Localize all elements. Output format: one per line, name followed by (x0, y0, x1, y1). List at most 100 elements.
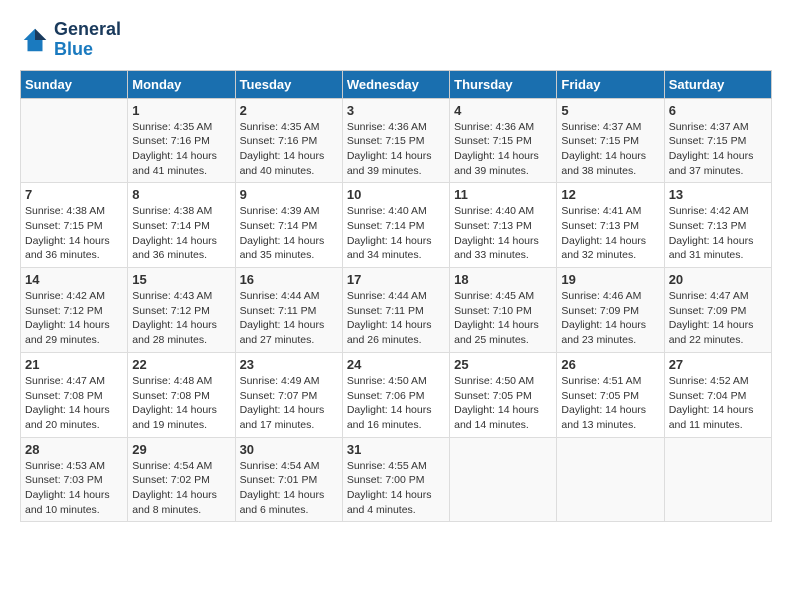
day-info: Sunrise: 4:50 AM Sunset: 7:06 PM Dayligh… (347, 374, 445, 433)
day-number: 19 (561, 272, 659, 287)
header-friday: Friday (557, 70, 664, 98)
calendar-cell: 21 Sunrise: 4:47 AM Sunset: 7:08 PM Dayli… (21, 352, 128, 437)
logo: General Blue (20, 20, 121, 60)
day-number: 31 (347, 442, 445, 457)
day-number: 29 (132, 442, 230, 457)
day-number: 20 (669, 272, 767, 287)
calendar-cell (557, 437, 664, 522)
day-number: 25 (454, 357, 552, 372)
calendar-cell: 17 Sunrise: 4:44 AM Sunset: 7:11 PM Dayli… (342, 268, 449, 353)
calendar-cell: 28 Sunrise: 4:53 AM Sunset: 7:03 PM Dayli… (21, 437, 128, 522)
day-info: Sunrise: 4:35 AM Sunset: 7:16 PM Dayligh… (240, 120, 338, 179)
day-number: 13 (669, 187, 767, 202)
day-info: Sunrise: 4:41 AM Sunset: 7:13 PM Dayligh… (561, 204, 659, 263)
day-info: Sunrise: 4:37 AM Sunset: 7:15 PM Dayligh… (669, 120, 767, 179)
calendar-cell: 15 Sunrise: 4:43 AM Sunset: 7:12 PM Dayli… (128, 268, 235, 353)
day-info: Sunrise: 4:47 AM Sunset: 7:09 PM Dayligh… (669, 289, 767, 348)
logo-text: General Blue (54, 20, 121, 60)
day-info: Sunrise: 4:40 AM Sunset: 7:14 PM Dayligh… (347, 204, 445, 263)
calendar-cell: 2 Sunrise: 4:35 AM Sunset: 7:16 PM Daylig… (235, 98, 342, 183)
day-info: Sunrise: 4:51 AM Sunset: 7:05 PM Dayligh… (561, 374, 659, 433)
day-info: Sunrise: 4:36 AM Sunset: 7:15 PM Dayligh… (347, 120, 445, 179)
day-number: 7 (25, 187, 123, 202)
day-info: Sunrise: 4:36 AM Sunset: 7:15 PM Dayligh… (454, 120, 552, 179)
day-info: Sunrise: 4:35 AM Sunset: 7:16 PM Dayligh… (132, 120, 230, 179)
calendar-cell: 20 Sunrise: 4:47 AM Sunset: 7:09 PM Dayli… (664, 268, 771, 353)
day-info: Sunrise: 4:43 AM Sunset: 7:12 PM Dayligh… (132, 289, 230, 348)
calendar-week-4: 21 Sunrise: 4:47 AM Sunset: 7:08 PM Dayli… (21, 352, 772, 437)
day-number: 14 (25, 272, 123, 287)
day-info: Sunrise: 4:37 AM Sunset: 7:15 PM Dayligh… (561, 120, 659, 179)
calendar-header-row: SundayMondayTuesdayWednesdayThursdayFrid… (21, 70, 772, 98)
calendar-cell: 25Sunrise: 4:50 AM Sunset: 7:05 PM Dayli… (450, 352, 557, 437)
day-number: 2 (240, 103, 338, 118)
calendar-cell (21, 98, 128, 183)
calendar-cell: 27 Sunrise: 4:52 AM Sunset: 7:04 PM Dayli… (664, 352, 771, 437)
day-info: Sunrise: 4:52 AM Sunset: 7:04 PM Dayligh… (669, 374, 767, 433)
calendar-week-5: 28 Sunrise: 4:53 AM Sunset: 7:03 PM Dayli… (21, 437, 772, 522)
day-info: Sunrise: 4:39 AM Sunset: 7:14 PM Dayligh… (240, 204, 338, 263)
calendar-cell: 10 Sunrise: 4:40 AM Sunset: 7:14 PM Dayli… (342, 183, 449, 268)
day-info: Sunrise: 4:38 AM Sunset: 7:15 PM Dayligh… (25, 204, 123, 263)
day-number: 16 (240, 272, 338, 287)
calendar-cell: 11Sunrise: 4:40 AM Sunset: 7:13 PM Dayli… (450, 183, 557, 268)
day-number: 23 (240, 357, 338, 372)
calendar-week-3: 14 Sunrise: 4:42 AM Sunset: 7:12 PM Dayli… (21, 268, 772, 353)
calendar-cell: 9 Sunrise: 4:39 AM Sunset: 7:14 PM Daylig… (235, 183, 342, 268)
day-info: Sunrise: 4:38 AM Sunset: 7:14 PM Dayligh… (132, 204, 230, 263)
calendar-week-2: 7 Sunrise: 4:38 AM Sunset: 7:15 PM Daylig… (21, 183, 772, 268)
header-saturday: Saturday (664, 70, 771, 98)
day-info: Sunrise: 4:44 AM Sunset: 7:11 PM Dayligh… (240, 289, 338, 348)
day-info: Sunrise: 4:45 AM Sunset: 7:10 PM Dayligh… (454, 289, 552, 348)
day-number: 6 (669, 103, 767, 118)
page-header: General Blue (20, 20, 772, 60)
calendar-cell: 18 Sunrise: 4:45 AM Sunset: 7:10 PM Dayli… (450, 268, 557, 353)
day-number: 22 (132, 357, 230, 372)
calendar-cell (664, 437, 771, 522)
calendar-week-1: 1Sunrise: 4:35 AM Sunset: 7:16 PM Daylig… (21, 98, 772, 183)
day-number: 5 (561, 103, 659, 118)
calendar-cell: 4Sunrise: 4:36 AM Sunset: 7:15 PM Daylig… (450, 98, 557, 183)
calendar-cell: 1Sunrise: 4:35 AM Sunset: 7:16 PM Daylig… (128, 98, 235, 183)
calendar-cell: 16 Sunrise: 4:44 AM Sunset: 7:11 PM Dayli… (235, 268, 342, 353)
day-number: 8 (132, 187, 230, 202)
calendar-cell: 8 Sunrise: 4:38 AM Sunset: 7:14 PM Daylig… (128, 183, 235, 268)
day-number: 30 (240, 442, 338, 457)
day-info: Sunrise: 4:53 AM Sunset: 7:03 PM Dayligh… (25, 459, 123, 518)
header-tuesday: Tuesday (235, 70, 342, 98)
calendar-cell: 14 Sunrise: 4:42 AM Sunset: 7:12 PM Dayli… (21, 268, 128, 353)
calendar-cell: 31 Sunrise: 4:55 AM Sunset: 7:00 PM Dayli… (342, 437, 449, 522)
header-wednesday: Wednesday (342, 70, 449, 98)
day-info: Sunrise: 4:44 AM Sunset: 7:11 PM Dayligh… (347, 289, 445, 348)
calendar-cell: 12 Sunrise: 4:41 AM Sunset: 7:13 PM Dayli… (557, 183, 664, 268)
day-info: Sunrise: 4:42 AM Sunset: 7:12 PM Dayligh… (25, 289, 123, 348)
day-info: Sunrise: 4:48 AM Sunset: 7:08 PM Dayligh… (132, 374, 230, 433)
day-number: 18 (454, 272, 552, 287)
day-info: Sunrise: 4:46 AM Sunset: 7:09 PM Dayligh… (561, 289, 659, 348)
calendar-cell: 7 Sunrise: 4:38 AM Sunset: 7:15 PM Daylig… (21, 183, 128, 268)
calendar-cell: 24Sunrise: 4:50 AM Sunset: 7:06 PM Dayli… (342, 352, 449, 437)
day-info: Sunrise: 4:47 AM Sunset: 7:08 PM Dayligh… (25, 374, 123, 433)
calendar-cell: 3 Sunrise: 4:36 AM Sunset: 7:15 PM Daylig… (342, 98, 449, 183)
day-info: Sunrise: 4:55 AM Sunset: 7:00 PM Dayligh… (347, 459, 445, 518)
calendar-cell: 5 Sunrise: 4:37 AM Sunset: 7:15 PM Daylig… (557, 98, 664, 183)
calendar-cell: 29Sunrise: 4:54 AM Sunset: 7:02 PM Dayli… (128, 437, 235, 522)
day-number: 15 (132, 272, 230, 287)
day-number: 3 (347, 103, 445, 118)
day-number: 17 (347, 272, 445, 287)
day-number: 28 (25, 442, 123, 457)
calendar-cell: 22 Sunrise: 4:48 AM Sunset: 7:08 PM Dayli… (128, 352, 235, 437)
day-number: 11 (454, 187, 552, 202)
calendar-cell: 30Sunrise: 4:54 AM Sunset: 7:01 PM Dayli… (235, 437, 342, 522)
calendar-cell: 23Sunrise: 4:49 AM Sunset: 7:07 PM Dayli… (235, 352, 342, 437)
header-monday: Monday (128, 70, 235, 98)
day-number: 21 (25, 357, 123, 372)
day-number: 9 (240, 187, 338, 202)
header-sunday: Sunday (21, 70, 128, 98)
day-number: 10 (347, 187, 445, 202)
header-thursday: Thursday (450, 70, 557, 98)
logo-icon (20, 25, 50, 55)
day-number: 27 (669, 357, 767, 372)
calendar-cell: 19 Sunrise: 4:46 AM Sunset: 7:09 PM Dayli… (557, 268, 664, 353)
day-number: 12 (561, 187, 659, 202)
